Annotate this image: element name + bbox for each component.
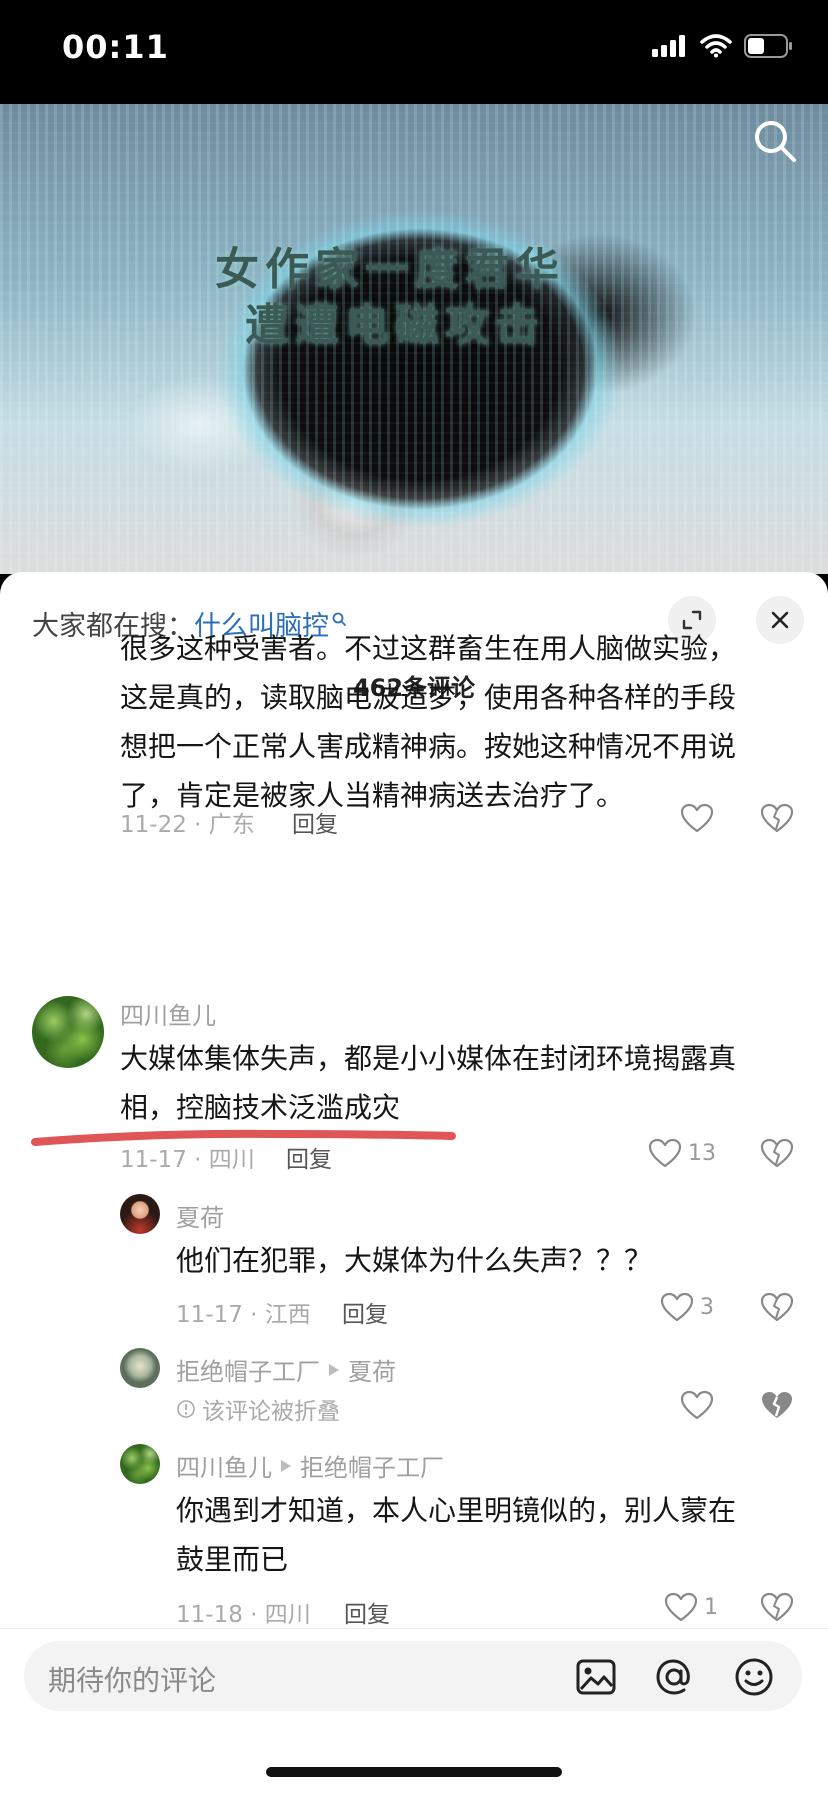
comment-text: 大媒体集体失声，都是小小媒体在封闭环境揭露真 相，控脑技术泛滥成灾 [120, 1034, 736, 1132]
comment-text: 他们在犯罪，大媒体为什么失声？？？ [176, 1244, 653, 1277]
heart-icon [660, 1292, 694, 1322]
broken-heart-icon[interactable] [760, 803, 794, 833]
reply-arrow-icon [329, 1363, 339, 1376]
home-indicator [266, 1767, 562, 1777]
comment-username: 四川鱼儿 拒绝帽子工厂 [176, 1448, 444, 1483]
status-bar: 00:11 [0, 0, 828, 104]
close-icon [771, 611, 789, 629]
heart-icon[interactable] [680, 803, 714, 833]
reply-to-username[interactable]: 拒绝帽子工厂 [300, 1448, 444, 1483]
comment-text: 你遇到才知道，本人心里明镜似的，别人蒙在 鼓里而已 [176, 1486, 736, 1584]
comment-meta: 11-18 · 四川 [176, 1602, 311, 1628]
reply-button[interactable]: 回复 [342, 1295, 388, 1329]
video-caption-line2: 遭遭电磁攻击 [245, 300, 545, 351]
like-count: 13 [688, 1140, 716, 1166]
heart-icon [648, 1138, 682, 1168]
reply-arrow-icon [281, 1459, 291, 1472]
video-player[interactable]: 女作家一度君华 遭遭电磁攻击 [0, 104, 828, 574]
status-icons [652, 34, 794, 58]
comment-username-text[interactable]: 四川鱼儿 [176, 1448, 272, 1483]
comment-text-line: 相，控脑技术泛滥成灾 [120, 1091, 401, 1124]
folded-notice[interactable]: 该评论被折叠 [176, 1392, 340, 1426]
emoji-icon[interactable] [734, 1657, 774, 1697]
signal-icon [652, 35, 685, 57]
comment-text-line: 这是真的，读取脑电波造梦，使用各种各样的手段 [120, 681, 737, 714]
search-icon[interactable] [752, 118, 798, 164]
comment-meta: 11-22 · 广东 [120, 812, 255, 838]
info-icon [177, 1400, 195, 1418]
avatar[interactable] [120, 1348, 160, 1388]
at-icon[interactable] [654, 1657, 694, 1697]
close-button[interactable] [756, 596, 804, 644]
comment-username[interactable]: 四川鱼儿 [120, 996, 216, 1031]
comment-meta: 11-17 · 四川 [120, 1147, 255, 1173]
comment-text-line: 很多这种受害者。不过这群畜生在用人脑做实验， [120, 632, 737, 665]
comment-text-line: 大媒体集体失声，都是小小媒体在封闭环境揭露真 [120, 1042, 737, 1075]
avatar[interactable] [32, 996, 104, 1068]
video-caption-line1: 女作家一度君华 [215, 244, 565, 295]
comment-text-line: 你遇到才知道，本人心里明镜似的，别人蒙在 [176, 1494, 737, 1527]
video-caption: 女作家一度君华 遭遭电磁攻击 [215, 242, 565, 354]
broken-heart-icon[interactable] [760, 1292, 794, 1322]
comment-text-line: 想把一个正常人害成精神病。按她这种情况不用说 [120, 730, 737, 763]
comment-text-line: 鼓里而已 [176, 1543, 289, 1576]
broken-heart-icon[interactable] [760, 1138, 794, 1168]
like-button[interactable]: 1 [664, 1592, 718, 1622]
comment-username[interactable]: 夏荷 [176, 1198, 224, 1233]
heart-icon[interactable] [680, 1390, 714, 1420]
like-count: 1 [704, 1594, 718, 1620]
comment-input[interactable]: 期待你的评论 [24, 1641, 802, 1711]
reply-button[interactable]: 回复 [286, 1140, 332, 1174]
avatar[interactable] [120, 1194, 160, 1234]
comment-text: 很多这种受害者。不过这群畜生在用人脑做实验， 这是真的，读取脑电波造梦，使用各种… [120, 624, 736, 820]
battery-icon [744, 34, 792, 58]
reply-to-username[interactable]: 夏荷 [348, 1352, 396, 1387]
image-icon[interactable] [576, 1659, 616, 1695]
wifi-icon [700, 34, 732, 58]
comment-username-text[interactable]: 拒绝帽子工厂 [176, 1352, 320, 1387]
like-button[interactable]: 13 [648, 1138, 716, 1168]
comment-input-placeholder: 期待你的评论 [48, 1664, 217, 1697]
reply-button[interactable]: 回复 [292, 805, 338, 839]
comment-meta: 11-17 · 江西 [176, 1302, 311, 1328]
like-button[interactable]: 3 [660, 1292, 714, 1322]
reply-button[interactable]: 回复 [344, 1595, 390, 1629]
status-time: 00:11 [62, 28, 169, 66]
like-count: 3 [700, 1294, 714, 1320]
broken-heart-icon[interactable] [760, 1390, 794, 1420]
comment-sheet: 大家都在搜： 什么叫脑控 462条评论 很多这种受害者。不过这群畜生在用人脑做实… [0, 572, 828, 1792]
heart-icon [664, 1592, 698, 1622]
broken-heart-icon[interactable] [760, 1592, 794, 1622]
comment-input-bar: 期待你的评论 [0, 1628, 828, 1793]
comment-username: 拒绝帽子工厂 夏荷 [176, 1352, 396, 1387]
folded-notice-text: 该评论被折叠 [202, 1399, 340, 1425]
avatar[interactable] [120, 1444, 160, 1484]
